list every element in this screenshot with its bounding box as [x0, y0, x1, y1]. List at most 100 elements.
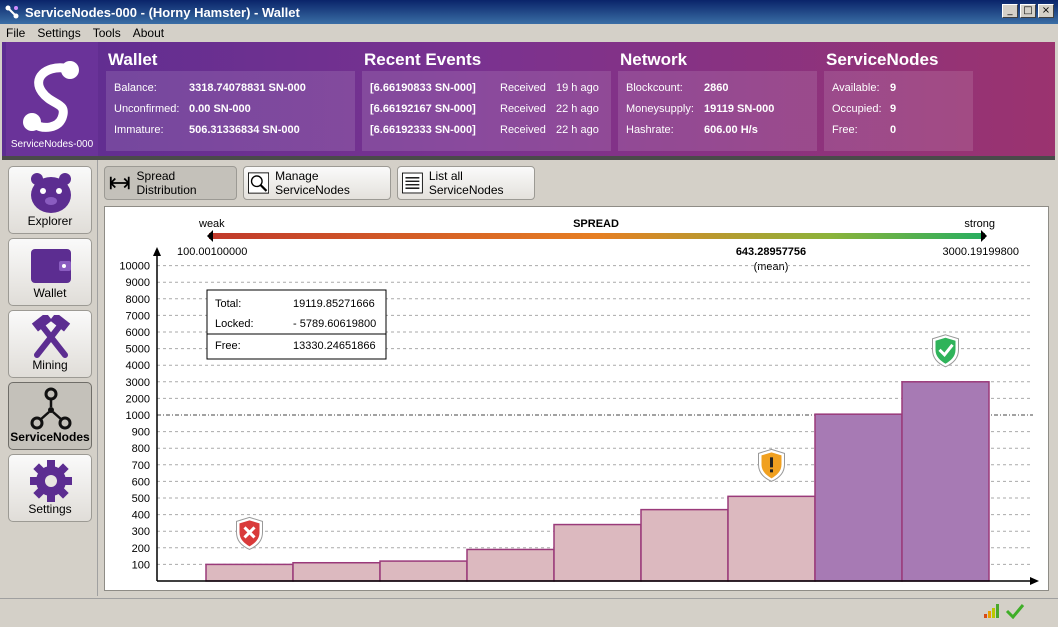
spread-chart-frame: weak SPREAD strong 100.00100000 3000.191…: [104, 206, 1049, 591]
sidebar-item-explorer[interactable]: Explorer: [8, 166, 92, 234]
sidebar-item-label: Settings: [28, 502, 72, 516]
blockcount-label: Blockcount:: [626, 82, 683, 94]
moneysupply-value: 19119 SN-000: [704, 103, 775, 115]
list-servicenodes-button[interactable]: List all ServiceNodes: [397, 166, 535, 200]
hamster-icon: [31, 173, 71, 213]
synced-check-icon: [1005, 604, 1025, 619]
y-tick-label: 3000: [126, 377, 150, 389]
close-button[interactable]: ×: [1038, 4, 1054, 18]
recent-events-title: Recent Events: [364, 50, 482, 69]
occupied-value: 9: [890, 103, 897, 115]
shield-warning-icon: [758, 448, 785, 482]
menu-settings[interactable]: Settings: [37, 26, 80, 40]
servicenodes-title: ServiceNodes: [826, 50, 939, 69]
spread-weak-label: weak: [198, 218, 225, 230]
menu-bar: File Settings Tools About: [0, 24, 1058, 42]
wallet-icon: [31, 249, 71, 283]
sidebar-item-mining[interactable]: Mining: [8, 310, 92, 378]
sidebar-item-wallet[interactable]: Wallet: [8, 238, 92, 306]
y-tick-label: 2000: [126, 393, 150, 405]
distribution-bar: [640, 508, 729, 582]
y-tick-label: 4000: [126, 360, 150, 372]
available-label: Available:: [832, 82, 880, 94]
spread-strong-label: strong: [964, 218, 995, 230]
total-value: 19119.85271666: [293, 298, 375, 310]
network-panel: Blockcount: 2860 Moneysupply: 19119 SN-000…: [618, 71, 817, 151]
spread-gradient-bar: [209, 233, 985, 239]
event-status: Received: [500, 82, 546, 94]
event-amount: [6.66192167 SN-000]: [370, 103, 476, 115]
menu-about[interactable]: About: [133, 26, 164, 40]
y-tick-label: 600: [132, 476, 150, 488]
free-value: 0: [890, 124, 897, 136]
magnifier-icon: [248, 172, 270, 194]
y-tick-label: 5000: [126, 344, 150, 356]
spread-distribution-label: Spread Distribution: [136, 169, 197, 197]
distribution-bar: [553, 523, 642, 582]
manage-servicenodes-label: Manage ServiceNodes: [275, 169, 350, 197]
gear-icon: [30, 460, 72, 502]
shield-ok-icon: [932, 334, 959, 368]
event-time: 22 h ago: [556, 103, 599, 115]
sidebar-item-settings[interactable]: Settings: [8, 454, 92, 522]
distribution-bar: [205, 563, 294, 582]
spread-mean-label: (mean): [754, 261, 789, 273]
status-bar: [0, 598, 1058, 627]
free-label: Free:: [832, 124, 858, 136]
spread-left-arrow: [207, 230, 213, 242]
spread-title: SPREAD: [573, 218, 619, 230]
event-status: Received: [500, 124, 546, 136]
menu-tools[interactable]: Tools: [93, 26, 121, 40]
sidebar-item-label: Wallet: [33, 286, 67, 300]
distribution-bar: [727, 495, 816, 582]
servicenodes-logo-icon: [23, 61, 79, 132]
unconfirmed-label: Unconfirmed:: [114, 103, 180, 115]
manage-servicenodes-button[interactable]: Manage ServiceNodes: [243, 166, 391, 200]
y-axis-ticks: 100 200 300 400 500 600 700 800 900 1000 2000 3000 4…: [119, 261, 150, 572]
distribution-bar: [292, 561, 381, 582]
maximize-button[interactable]: □: [1020, 4, 1036, 18]
locked-value: - 5789.60619800: [293, 318, 376, 330]
nodes-icon: [30, 387, 72, 430]
total-label: Total:: [215, 298, 241, 310]
y-tick-label: 900: [132, 427, 150, 439]
menu-file[interactable]: File: [6, 26, 25, 40]
event-amount: [6.66192333 SN-000]: [370, 124, 476, 136]
sidebar-item-label: Mining: [32, 358, 68, 372]
y-tick-label: 400: [132, 510, 150, 522]
spread-min-value: 100.00100000: [177, 246, 247, 258]
free-amount-value: 13330.24651866: [293, 340, 376, 352]
recent-events-panel: [6.66190833 SN-000] Received 19 h ago [6.6…: [362, 71, 611, 151]
title-bar: ServiceNodes-000 - (Horny Hamster) - Wal…: [0, 0, 1058, 24]
y-tick-label: 6000: [126, 327, 150, 339]
x-axis-arrow: [1030, 577, 1039, 585]
y-tick-label: 100: [132, 559, 150, 571]
immature-label: Immature:: [114, 124, 164, 136]
distribution-bar: [814, 413, 903, 582]
sidebar-item-servicenodes[interactable]: ServiceNodes: [8, 382, 92, 450]
y-axis-arrow: [153, 247, 161, 256]
sidebar: Explorer Wallet Mining ServiceNodes Sett…: [2, 160, 98, 596]
hammers-icon: [31, 315, 71, 358]
list-servicenodes-label: List all ServiceNodes: [428, 169, 504, 197]
y-tick-label: 7000: [126, 310, 150, 322]
wallet-panel: Balance: 3318.74078831 SN-000 Unconfirmed…: [106, 71, 355, 151]
free-amount-label: Free:: [215, 340, 241, 352]
spread-max-value: 3000.19199800: [943, 246, 1019, 258]
summary-box: Total: 19119.85271666 Locked: - 5789.606…: [206, 289, 387, 360]
spread-distribution-button[interactable]: Spread Distribution: [104, 166, 237, 200]
balance-value: 3318.74078831 SN-000: [189, 82, 306, 94]
wallet-title: Wallet: [108, 50, 158, 69]
y-tick-label: 200: [132, 543, 150, 555]
y-tick-label: 300: [132, 526, 150, 538]
blockcount-value: 2860: [704, 82, 729, 94]
list-icon: [402, 172, 423, 194]
occupied-label: Occupied:: [832, 103, 882, 115]
y-tick-label: 700: [132, 460, 150, 472]
window-title: ServiceNodes-000 - (Horny Hamster) - Wal…: [25, 4, 300, 20]
y-tick-label: 10000: [119, 261, 150, 273]
minimize-button[interactable]: _: [1002, 4, 1018, 18]
sidebar-item-label: Explorer: [27, 214, 73, 228]
logo-label: ServiceNodes-000: [10, 139, 94, 150]
header-divider: [2, 156, 1055, 160]
